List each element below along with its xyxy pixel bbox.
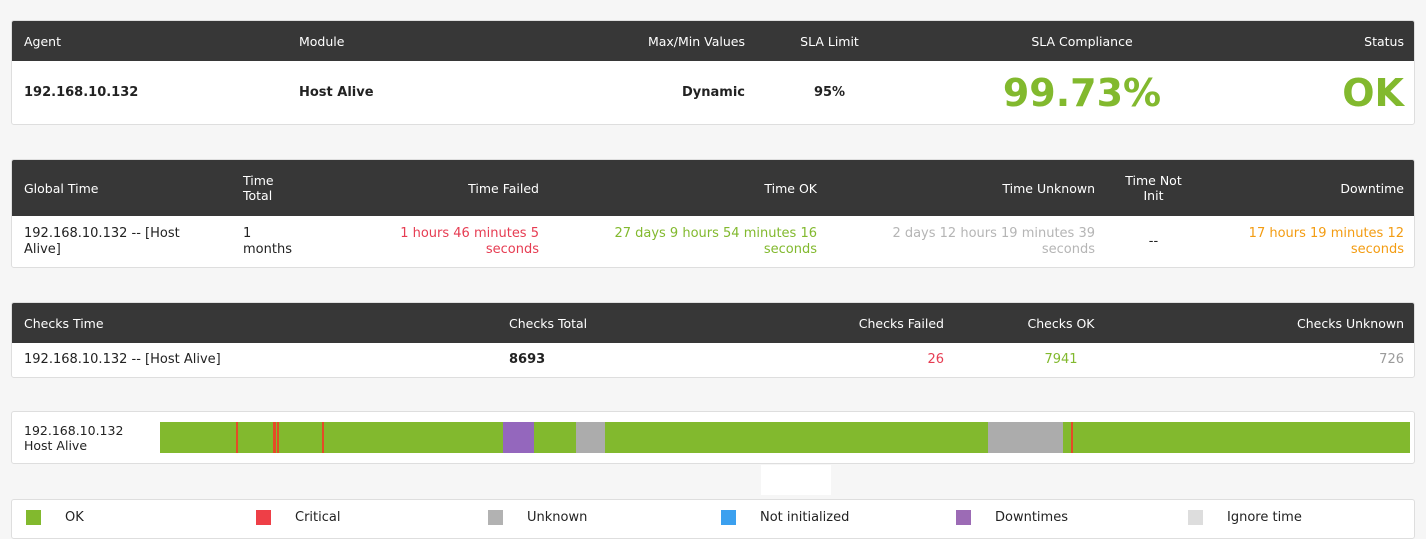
sla-summary-table: Agent Module Max/Min Values SLA Limit SL… bbox=[12, 21, 1414, 124]
header-time-not-init-label: Time Not Init bbox=[1125, 173, 1182, 203]
header-sla-limit: SLA Limit bbox=[757, 21, 902, 61]
checks-unknown-cell: 726 bbox=[1379, 352, 1404, 367]
time-summary-table: Global Time Time Total Time Failed Time … bbox=[12, 160, 1414, 267]
sla-graph-label: 192.168.10.132 Host Alive bbox=[24, 423, 123, 453]
header-maxmin: Max/Min Values bbox=[467, 21, 757, 61]
time-failed-cell: 1 hours 46 minutes 5 seconds bbox=[400, 225, 539, 257]
sla-graph-module: Host Alive bbox=[24, 438, 88, 453]
sla-timeline-bar[interactable] bbox=[160, 422, 1410, 453]
legend-item-ok: OK bbox=[26, 510, 84, 525]
sla-segment-unknown bbox=[987, 422, 1063, 453]
sla-limit-cell: 95% bbox=[813, 84, 846, 100]
legend-label-critical: Critical bbox=[295, 510, 341, 525]
header-time-failed: Time Failed bbox=[341, 160, 551, 216]
legend-swatch-ok bbox=[26, 510, 41, 525]
sla-segment-critical bbox=[321, 422, 325, 453]
sla-compliance-value: 99.73% bbox=[1002, 70, 1162, 115]
header-checks-ok: Checks OK bbox=[956, 303, 1166, 343]
time-total-cell: 1 months bbox=[231, 216, 341, 267]
header-module: Module bbox=[287, 21, 467, 61]
header-checks-total: Checks Total bbox=[497, 303, 778, 343]
header-checks-unknown: Checks Unknown bbox=[1166, 303, 1414, 343]
legend-swatch-not-initialized bbox=[721, 510, 736, 525]
header-global-time: Global Time bbox=[12, 160, 231, 216]
legend-swatch-critical bbox=[256, 510, 271, 525]
header-sla-compliance: SLA Compliance bbox=[902, 21, 1262, 61]
maxmin-cell: Dynamic bbox=[681, 84, 745, 100]
blank-area bbox=[761, 465, 831, 495]
agent-cell: 192.168.10.132 bbox=[24, 84, 139, 100]
legend-panel: OK Critical Unknown Not initialized Down… bbox=[11, 499, 1415, 539]
legend-item-critical: Critical bbox=[256, 510, 340, 525]
legend-label-ignore-time: Ignore time bbox=[1227, 510, 1302, 525]
time-total-text: 1 months bbox=[243, 225, 292, 257]
sla-segment-critical bbox=[276, 422, 279, 453]
header-agent: Agent bbox=[12, 21, 287, 61]
sla-graph-agent: 192.168.10.132 bbox=[24, 423, 124, 438]
table-header-row: Agent Module Max/Min Values SLA Limit SL… bbox=[12, 21, 1414, 61]
table-header-row: Global Time Time Total Time Failed Time … bbox=[12, 160, 1414, 216]
checks-total-cell: 8693 bbox=[509, 352, 546, 367]
header-time-total-label: Time Total bbox=[243, 173, 274, 203]
sla-summary-panel: Agent Module Max/Min Values SLA Limit SL… bbox=[11, 20, 1415, 125]
downtime-cell: 17 hours 19 minutes 12 seconds bbox=[1248, 225, 1404, 257]
legend-label-ok: OK bbox=[65, 510, 84, 525]
sla-graph-panel: 192.168.10.132 Host Alive bbox=[11, 411, 1415, 464]
sla-segment-critical bbox=[235, 422, 239, 453]
checks-summary-panel: Checks Time Checks Total Checks Failed C… bbox=[11, 302, 1415, 378]
time-unknown-cell: 2 days 12 hours 19 minutes 39 seconds bbox=[892, 225, 1095, 257]
sla-segment-critical bbox=[1070, 422, 1074, 453]
module-cell: Host Alive bbox=[299, 84, 374, 100]
header-downtime: Downtime bbox=[1200, 160, 1414, 216]
header-status: Status bbox=[1262, 21, 1414, 61]
legend-swatch-unknown bbox=[488, 510, 503, 525]
checks-summary-table: Checks Time Checks Total Checks Failed C… bbox=[12, 303, 1414, 377]
checks-failed-cell: 26 bbox=[927, 352, 944, 367]
header-checks-time: Checks Time bbox=[12, 303, 497, 343]
sla-segment-critical bbox=[273, 422, 276, 453]
legend-swatch-ignore-time bbox=[1188, 510, 1203, 525]
table-row: 192.168.10.132 -- [Host Alive] 1 months … bbox=[12, 216, 1414, 267]
header-time-unknown: Time Unknown bbox=[829, 160, 1107, 216]
legend-swatch-downtimes bbox=[956, 510, 971, 525]
table-header-row: Checks Time Checks Total Checks Failed C… bbox=[12, 303, 1414, 343]
time-not-init-cell: -- bbox=[1148, 233, 1159, 249]
legend-item-unknown: Unknown bbox=[488, 510, 587, 525]
header-time-not-init: Time Not Init bbox=[1107, 160, 1200, 216]
table-row: 192.168.10.132 Host Alive Dynamic 95% 99… bbox=[12, 61, 1414, 124]
legend-label-downtimes: Downtimes bbox=[995, 510, 1068, 525]
checks-ok-cell: 7941 bbox=[1044, 352, 1078, 367]
global-time-cell: 192.168.10.132 -- [Host Alive] bbox=[12, 216, 231, 267]
global-time-text: 192.168.10.132 -- [Host Alive] bbox=[24, 225, 180, 257]
status-value: OK bbox=[1342, 70, 1404, 115]
legend-label-unknown: Unknown bbox=[527, 510, 588, 525]
header-time-ok: Time OK bbox=[551, 160, 829, 216]
legend-item-downtimes: Downtimes bbox=[956, 510, 1068, 525]
header-checks-failed: Checks Failed bbox=[778, 303, 956, 343]
legend-item-not-initialized: Not initialized bbox=[721, 510, 849, 525]
checks-time-cell: 192.168.10.132 -- [Host Alive] bbox=[24, 352, 221, 367]
time-ok-cell: 27 days 9 hours 54 minutes 16 seconds bbox=[614, 225, 817, 257]
legend-label-not-initialized: Not initialized bbox=[760, 510, 850, 525]
header-time-total: Time Total bbox=[231, 160, 341, 216]
sla-segment-unknown bbox=[576, 422, 605, 453]
legend-item-ignore-time: Ignore time bbox=[1188, 510, 1302, 525]
sla-segment-downtime bbox=[503, 422, 534, 453]
time-summary-panel: Global Time Time Total Time Failed Time … bbox=[11, 159, 1415, 268]
table-row: 192.168.10.132 -- [Host Alive] 8693 26 7… bbox=[12, 343, 1414, 377]
